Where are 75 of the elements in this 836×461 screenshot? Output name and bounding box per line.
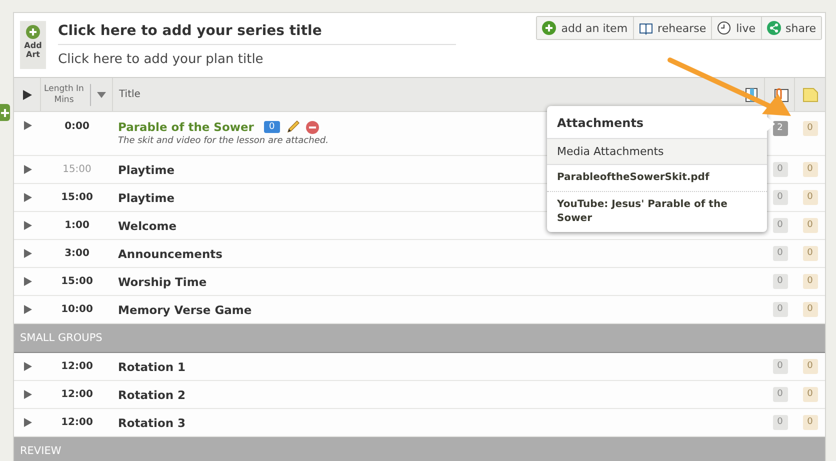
item-title[interactable]: Rotation 2 — [118, 388, 186, 402]
attachment-count[interactable]: 0 — [772, 218, 788, 233]
expand-icon — [24, 418, 32, 427]
remove-icon — [306, 120, 319, 134]
attachment-count[interactable]: 0 — [772, 302, 788, 317]
expand-icon — [24, 277, 32, 286]
expand-icon — [24, 362, 32, 371]
plus-icon — [26, 25, 40, 39]
note-count[interactable]: 0 — [802, 190, 818, 205]
time-cell-text: 15:00 — [60, 191, 94, 205]
note-icon — [802, 88, 818, 102]
item-title[interactable]: Memory Verse Game — [118, 302, 252, 316]
attachment-count[interactable]: 0 — [772, 246, 788, 261]
item-description: The skit and video for the lesson are attached. — [118, 136, 328, 146]
time-cell-text: 12:00 — [60, 360, 94, 374]
plus-icon — [1, 108, 9, 116]
toolbar-button[interactable]: add an item — [537, 17, 634, 39]
time-cell-text: 3:00 — [64, 247, 90, 261]
item-title[interactable]: Worship Time — [118, 274, 207, 288]
time-cell-text: 1:00 — [64, 219, 90, 233]
note-count[interactable]: 0 — [802, 302, 818, 317]
time-cell-text: 0:00 — [64, 120, 90, 134]
note-count[interactable]: 0 — [802, 387, 818, 402]
attachment-count[interactable]: 0 — [772, 190, 788, 205]
expand-icon — [24, 121, 32, 130]
note-count[interactable]: 0 — [802, 274, 818, 289]
expand-icon — [24, 193, 32, 202]
clock-icon — [717, 21, 732, 35]
item-title[interactable]: Playtime — [118, 162, 174, 176]
expand-icon — [24, 165, 32, 174]
note-count[interactable]: 0 — [802, 246, 818, 261]
add-row-tab[interactable] — [0, 104, 10, 121]
dropdown-icon — [97, 92, 106, 98]
attachment-count[interactable]: 0 — [772, 387, 788, 402]
item-title[interactable]: Announcements — [118, 246, 222, 260]
attachment-count[interactable]: 2 — [772, 121, 788, 136]
attachment-count[interactable]: 0 — [772, 415, 788, 430]
attachment-count[interactable]: 0 — [772, 274, 788, 289]
note-count[interactable]: 0 — [802, 359, 818, 374]
expand-icon — [24, 249, 32, 258]
book-icon — [638, 21, 653, 35]
note-count[interactable]: 0 — [802, 121, 818, 136]
column-header: Title — [119, 89, 140, 100]
item-title[interactable]: Rotation 1 — [118, 360, 186, 374]
note-count[interactable]: 0 — [802, 218, 818, 233]
pencil-icon — [286, 120, 300, 134]
popover-section: Media Attachments — [547, 139, 767, 165]
expand-icon — [24, 221, 32, 230]
expand-icon — [24, 305, 32, 314]
expand-all-icon — [22, 90, 32, 100]
section-header: SMALL GROUPS — [14, 324, 825, 353]
time-cell-text: 12:00 — [60, 416, 94, 430]
attachment-count[interactable]: 0 — [772, 162, 788, 177]
time-cell-text: 15:00 — [60, 275, 94, 289]
time-cell-text: 10:00 — [60, 303, 94, 317]
item-title[interactable]: Parable of the Sower — [118, 120, 254, 134]
add-art-button[interactable]: Add Art — [20, 21, 46, 69]
time-cell-text: 15:00 — [62, 163, 92, 177]
column-header: Length In Mins — [42, 84, 91, 106]
plus-icon — [542, 21, 556, 35]
time-cell-text: 12:00 — [60, 388, 94, 402]
note-count[interactable]: 0 — [802, 415, 818, 430]
share-icon — [766, 21, 780, 35]
expand-icon — [24, 390, 32, 399]
attachment-link[interactable]: ParableoftheSowerSkit.pdf — [547, 165, 767, 192]
note-count[interactable]: 0 — [802, 162, 818, 177]
plan-title[interactable]: Click here to add your plan title — [58, 45, 456, 67]
attachment-link[interactable]: YouTube: Jesus' Parable of the Sower — [547, 192, 767, 232]
series-title[interactable]: Click here to add your series title — [58, 21, 456, 45]
item-title[interactable]: Rotation 3 — [118, 416, 186, 430]
section-header: REVIEW — [14, 437, 825, 461]
attachment-count[interactable]: 0 — [772, 359, 788, 374]
item-title[interactable]: Welcome — [118, 218, 177, 232]
item-title[interactable]: Playtime — [118, 190, 174, 204]
comment-badge[interactable]: 0 — [264, 121, 280, 133]
